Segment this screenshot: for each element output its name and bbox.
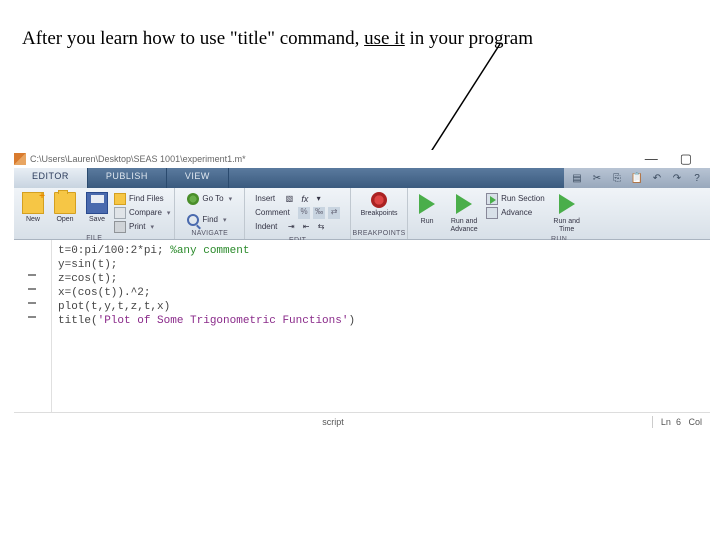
- search-icon: [187, 214, 199, 226]
- app-logo-icon: [14, 153, 26, 165]
- new-file-icon: [22, 192, 44, 214]
- group-label-breakpoints: BREAKPOINTS: [351, 230, 407, 239]
- chevron-down-icon: ▾: [229, 195, 233, 203]
- run-advance-button[interactable]: Run and Advance: [444, 190, 484, 234]
- code-editor[interactable]: t=0:pi/100:2*pi; %any comment y=sin(t); …: [14, 240, 710, 412]
- status-line-value: 6: [676, 417, 681, 427]
- play-icon: [419, 194, 435, 214]
- goto-icon: [187, 193, 199, 205]
- group-label-navigate: NAVIGATE: [175, 230, 244, 239]
- new-button[interactable]: New: [18, 190, 48, 224]
- ribbon-tabs: EDITOR PUBLISH VIEW ▤ ✂ ⎘ 📋 ↶ ↷ ?: [14, 168, 710, 188]
- section-icon: ▧: [286, 194, 294, 203]
- comment-button[interactable]: Comment %‰⇄: [255, 206, 340, 219]
- chevron-down-icon: ▾: [150, 223, 154, 231]
- compare-icon: [114, 207, 126, 219]
- code-line[interactable]: z=cos(t);: [58, 272, 710, 286]
- indent-icon: ⇥: [288, 222, 295, 231]
- help-icon[interactable]: ?: [690, 171, 704, 185]
- run-section-icon: [486, 193, 498, 205]
- run-button[interactable]: Run: [412, 190, 442, 226]
- fold-mark[interactable]: [28, 274, 36, 276]
- fold-mark[interactable]: [28, 316, 36, 318]
- find-button[interactable]: Find▾: [187, 213, 232, 226]
- code-line[interactable]: x=(cos(t)).^2;: [58, 286, 710, 300]
- print-button[interactable]: Print▾: [114, 220, 170, 233]
- fold-mark[interactable]: [28, 288, 36, 290]
- editor-gutter[interactable]: [14, 240, 52, 412]
- uncomment-icon: ‰: [313, 207, 325, 219]
- outdent-icon: ⇤: [303, 222, 310, 231]
- insert-more-icon: ▾: [317, 194, 321, 203]
- code-line[interactable]: title('Plot of Some Trigonometric Functi…: [58, 314, 710, 328]
- code-line[interactable]: y=sin(t);: [58, 258, 710, 272]
- status-file-type: script: [322, 417, 344, 427]
- toolstrip: New Open Save Find Files Compare▾ Print▾…: [14, 188, 710, 240]
- smart-indent-icon: ⇆: [318, 222, 325, 231]
- goto-button[interactable]: Go To▾: [187, 192, 232, 205]
- chevron-down-icon: ▾: [167, 209, 171, 217]
- undo-icon[interactable]: ↶: [650, 171, 664, 185]
- qat-icon[interactable]: ▤: [570, 171, 584, 185]
- cut-icon[interactable]: ✂: [590, 171, 604, 185]
- matlab-editor-window: C:\Users\Lauren\Desktop\SEAS 1001\experi…: [14, 150, 710, 430]
- run-time-icon: [559, 194, 575, 214]
- percent-icon: %: [298, 207, 310, 219]
- minimize-button[interactable]: ―: [645, 151, 658, 167]
- compare-button[interactable]: Compare▾: [114, 206, 170, 219]
- breakpoint-icon: [371, 192, 387, 208]
- find-files-icon: [114, 193, 126, 205]
- wrap-icon: ⇄: [328, 207, 340, 219]
- redo-icon[interactable]: ↷: [670, 171, 684, 185]
- file-path: C:\Users\Lauren\Desktop\SEAS 1001\experi…: [30, 154, 645, 164]
- fx-icon: fx: [301, 194, 308, 204]
- folder-open-icon: [54, 192, 76, 214]
- indent-button[interactable]: Indent ⇥ ⇤ ⇆: [255, 220, 340, 233]
- fold-mark[interactable]: [28, 302, 36, 304]
- quick-access-toolbar: ▤ ✂ ⎘ 📋 ↶ ↷ ?: [564, 168, 710, 188]
- tab-editor[interactable]: EDITOR: [14, 168, 88, 188]
- insert-button[interactable]: Insert ▧ fx ▾: [255, 192, 340, 205]
- open-button[interactable]: Open: [50, 190, 80, 224]
- maximize-button[interactable]: ▢: [680, 151, 692, 167]
- code-line[interactable]: t=0:pi/100:2*pi; %any comment: [58, 244, 710, 258]
- code-line[interactable]: plot(t,y,t,z,t,x): [58, 300, 710, 314]
- run-section-button[interactable]: Run Section: [486, 192, 545, 205]
- copy-icon[interactable]: ⎘: [610, 171, 624, 185]
- chevron-down-icon: ▾: [223, 216, 227, 224]
- paste-icon[interactable]: 📋: [630, 171, 644, 185]
- advance-icon: [486, 207, 498, 219]
- window-titlebar: C:\Users\Lauren\Desktop\SEAS 1001\experi…: [14, 150, 710, 168]
- status-col-label: Col: [688, 417, 702, 427]
- save-icon: [86, 192, 108, 214]
- tab-view[interactable]: VIEW: [167, 168, 229, 188]
- breakpoints-button[interactable]: Breakpoints: [355, 190, 403, 218]
- tab-publish[interactable]: PUBLISH: [88, 168, 167, 188]
- status-line-label: Ln: [661, 417, 671, 427]
- advance-button[interactable]: Advance: [486, 206, 545, 219]
- instruction-text: After you learn how to use "title" comma…: [22, 28, 533, 50]
- save-button[interactable]: Save: [82, 190, 112, 224]
- find-files-button[interactable]: Find Files: [114, 192, 170, 205]
- play-advance-icon: [456, 194, 472, 214]
- print-icon: [114, 221, 126, 233]
- status-bar: script Ln 6 Col: [14, 412, 710, 430]
- run-time-button[interactable]: Run and Time: [547, 190, 587, 234]
